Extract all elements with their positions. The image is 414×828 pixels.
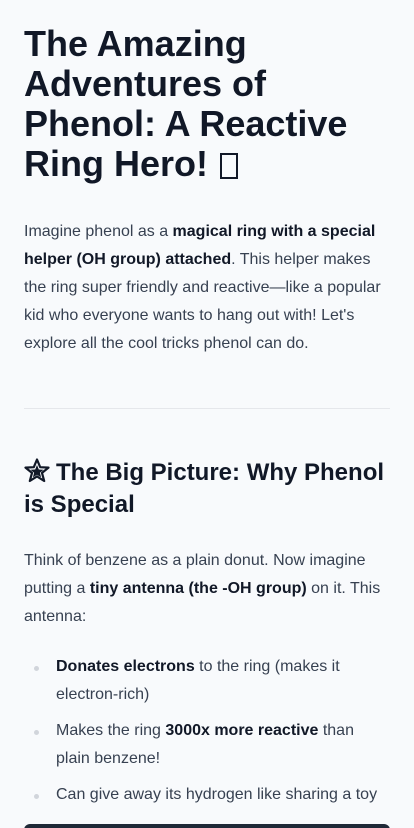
section-heading-text: The Big Picture: Why Phenol is Special	[24, 459, 385, 518]
section-heading: The Big Picture: Why Phenol is Special	[24, 457, 390, 521]
list-item-bold: Donates electrons	[56, 658, 195, 675]
code-block-top	[24, 824, 390, 828]
section-bold: tiny antenna (the -OH group)	[89, 580, 307, 597]
section-paragraph: Think of benzene as a plain donut. Now i…	[24, 547, 390, 631]
page-title-text: The Amazing Adventures of Phenol: A Reac…	[24, 23, 348, 184]
list-item: Donates electrons to the ring (makes it …	[24, 653, 390, 709]
intro-text-1: Imagine phenol as a	[24, 223, 173, 240]
list-item: Makes the ring 3000x more reactive than …	[24, 717, 390, 773]
list-item: Can give away its hydrogen like sharing …	[24, 781, 390, 809]
missing-glyph-icon	[220, 153, 239, 179]
list-item-text: Makes the ring	[56, 722, 166, 739]
article: The Amazing Adventures of Phenol: A Reac…	[24, 0, 390, 817]
page-title: The Amazing Adventures of Phenol: A Reac…	[24, 24, 390, 184]
star-icon	[24, 458, 50, 483]
list-item-bold: 3000x more reactive	[165, 722, 319, 739]
feature-list: Donates electrons to the ring (makes it …	[24, 653, 390, 809]
list-item-text: Can give away its hydrogen like sharing …	[56, 786, 378, 803]
intro-paragraph: Imagine phenol as a magical ring with a …	[24, 218, 390, 358]
section-divider	[24, 408, 390, 409]
